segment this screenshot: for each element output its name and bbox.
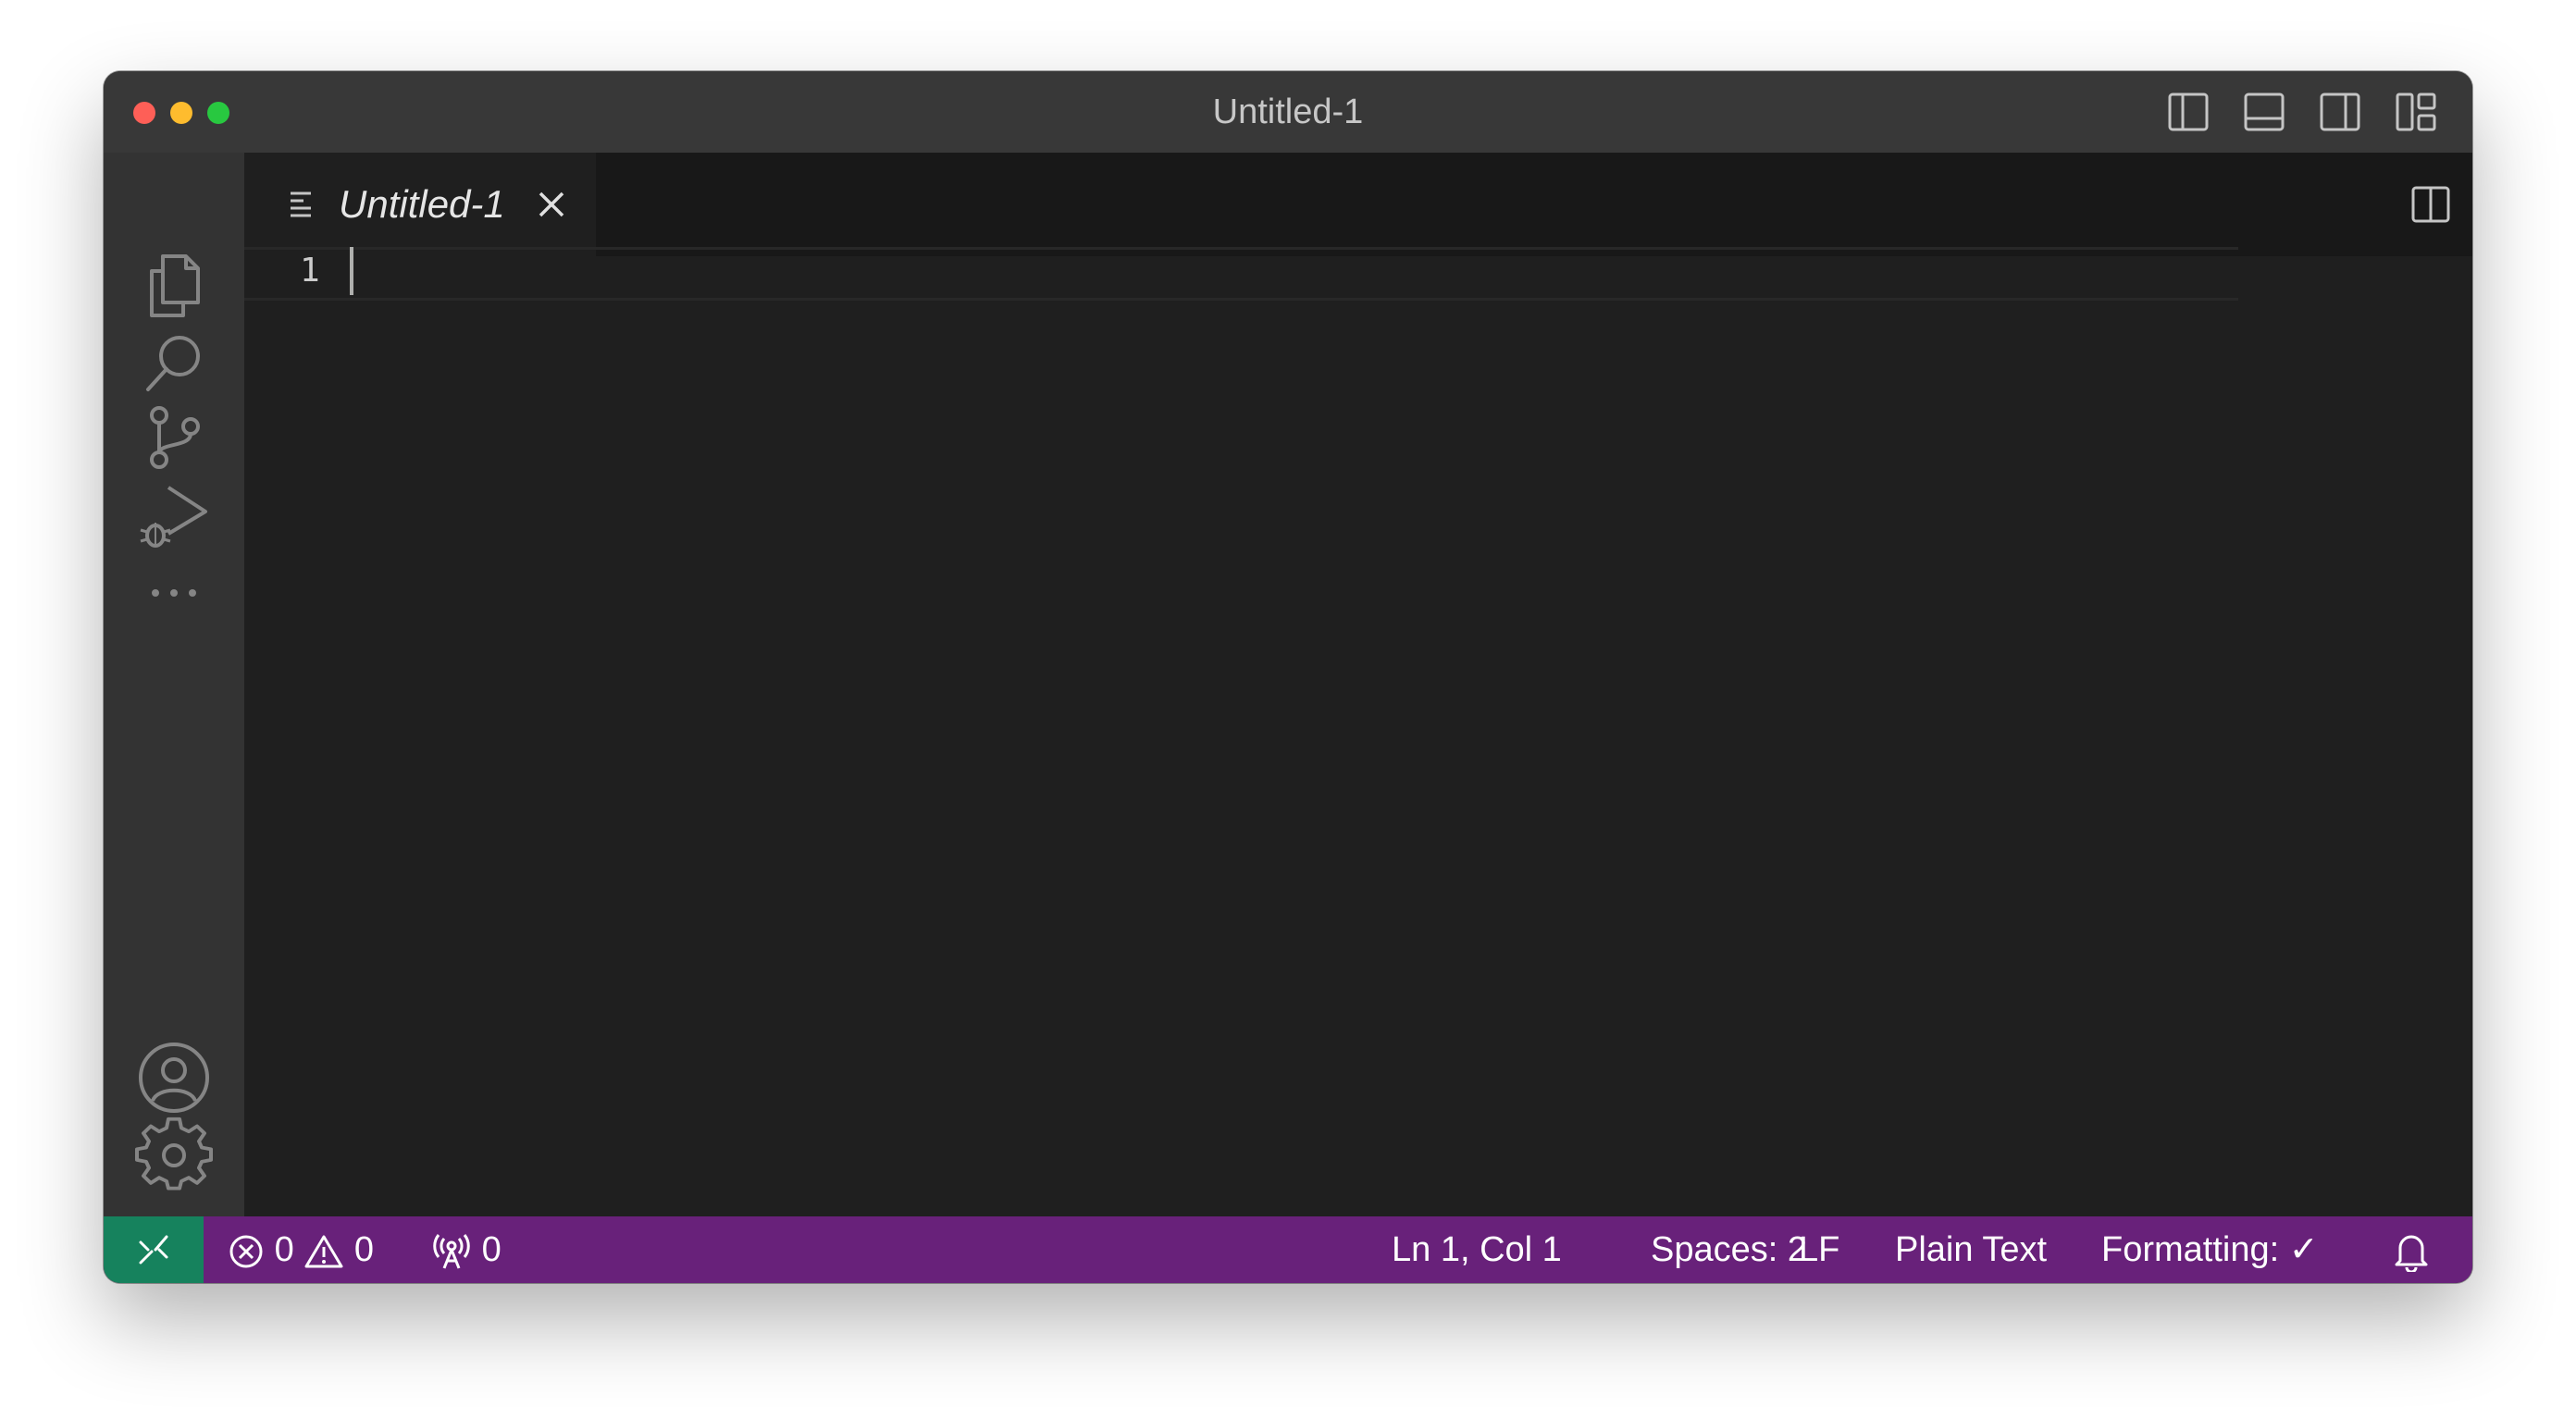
formatting-status[interactable]: Formatting: ✓ <box>2101 1216 2319 1283</box>
warning-count: 0 <box>353 1230 374 1269</box>
problems-indicator[interactable]: 0 0 <box>228 1216 374 1283</box>
file-text-icon <box>291 191 311 217</box>
vscode-window: Untitled-1 Untitled-1 1 0 0 0 Ln 1, Col … <box>104 71 2472 1283</box>
remote-icon <box>139 1235 168 1265</box>
status-bar: 0 0 0 Ln 1, Col 1 Spaces: 2 LF Plain Tex… <box>104 1216 2472 1283</box>
cursor-position[interactable]: Ln 1, Col 1 <box>1392 1216 1562 1283</box>
tabs-bar: Untitled-1 <box>244 153 2472 256</box>
editor-area: Untitled-1 <box>244 153 2472 1216</box>
tab-untitled-1[interactable]: Untitled-1 <box>244 153 596 256</box>
text-cursor[interactable] <box>350 247 353 295</box>
close-icon[interactable] <box>533 186 570 223</box>
broadcast-icon <box>433 1234 470 1269</box>
search-icon[interactable] <box>135 323 213 401</box>
window-title: Untitled-1 <box>1212 93 1364 131</box>
indentation[interactable]: Spaces: 2 <box>1651 1216 1807 1283</box>
error-icon <box>229 1235 263 1268</box>
tab-label: Untitled-1 <box>339 182 505 226</box>
language-mode[interactable]: Plain Text <box>1895 1216 2047 1283</box>
source-control-icon[interactable] <box>135 399 213 476</box>
more-icon[interactable] <box>135 554 213 632</box>
activity-bar <box>104 153 244 1216</box>
current-line-highlight <box>244 247 2238 301</box>
error-count: 0 <box>274 1230 294 1269</box>
files-icon[interactable] <box>135 245 213 323</box>
line-number: 1 <box>300 252 320 290</box>
toggle-secondary-sidebar-icon[interactable] <box>2318 90 2362 134</box>
split-editor-icon[interactable] <box>2410 184 2451 225</box>
check-icon: ✓ <box>2288 1230 2319 1269</box>
ports-indicator[interactable]: 0 <box>431 1216 502 1283</box>
title-bar: Untitled-1 <box>104 71 2472 153</box>
end-of-line[interactable]: LF <box>1799 1216 1839 1283</box>
formatting-label: Formatting: <box>2101 1230 2280 1269</box>
remote-indicator[interactable] <box>104 1216 204 1283</box>
customize-layout-icon[interactable] <box>2394 90 2438 134</box>
account-icon[interactable] <box>135 1039 213 1117</box>
bell-icon <box>2395 1235 2428 1272</box>
run-debug-icon[interactable] <box>135 476 213 554</box>
toggle-primary-sidebar-icon[interactable] <box>2166 90 2211 134</box>
notifications-button[interactable] <box>2393 1216 2430 1283</box>
warning-icon <box>304 1235 343 1268</box>
ports-count: 0 <box>481 1230 502 1269</box>
gear-icon[interactable] <box>135 1117 213 1194</box>
toggle-panel-icon[interactable] <box>2242 90 2286 134</box>
